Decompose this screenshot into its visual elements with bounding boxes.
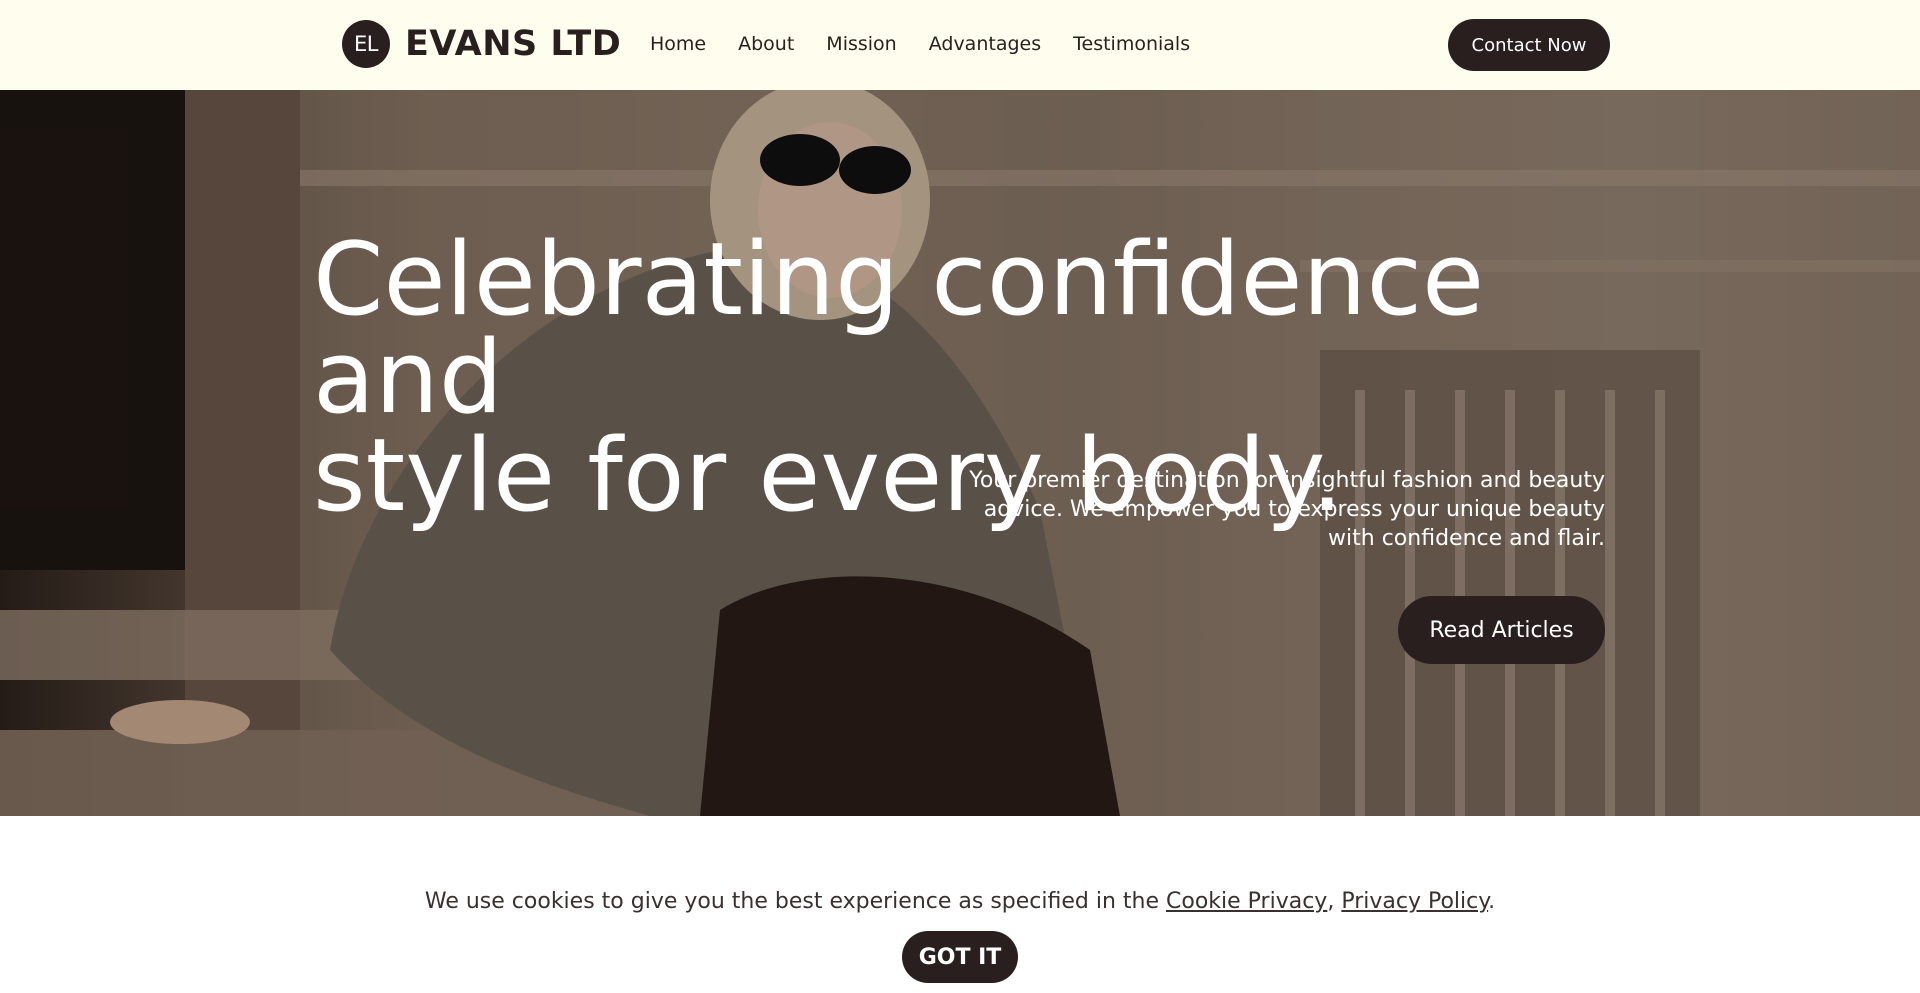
read-articles-button[interactable]: Read Articles (1398, 596, 1605, 664)
nav-home[interactable]: Home (650, 30, 706, 58)
main-nav: Home About Mission Advantages Testimonia… (650, 30, 1222, 58)
cookie-banner: We use cookies to give you the best expe… (0, 816, 1920, 993)
cookie-separator: , (1327, 889, 1342, 914)
cookie-text-before: We use cookies to give you the best expe… (424, 889, 1166, 914)
nav-advantages[interactable]: Advantages (929, 30, 1041, 58)
nav-about[interactable]: About (738, 30, 794, 58)
brand-name: EVANS LTD (405, 24, 622, 64)
cookie-privacy-link[interactable]: Cookie Privacy (1166, 889, 1327, 914)
hero-title-line1: Celebrating confidence and (313, 220, 1485, 436)
nav-testimonials[interactable]: Testimonials (1073, 30, 1190, 58)
site-header: EL EVANS LTD Home About Mission Advantag… (0, 0, 1920, 90)
privacy-policy-link[interactable]: Privacy Policy (1341, 889, 1488, 914)
logo-badge: EL (342, 20, 390, 68)
nav-mission[interactable]: Mission (826, 30, 896, 58)
got-it-button[interactable]: GOT IT (902, 931, 1018, 983)
hero-section: Celebrating confidence and style for eve… (0, 90, 1920, 816)
logo[interactable]: EL EVANS LTD (342, 20, 621, 68)
cookie-text-after: . (1488, 889, 1496, 914)
hero-subtitle: Your premier destination for insightful … (969, 468, 1605, 551)
cookie-message: We use cookies to give you the best expe… (0, 887, 1920, 917)
contact-now-button[interactable]: Contact Now (1448, 19, 1610, 71)
